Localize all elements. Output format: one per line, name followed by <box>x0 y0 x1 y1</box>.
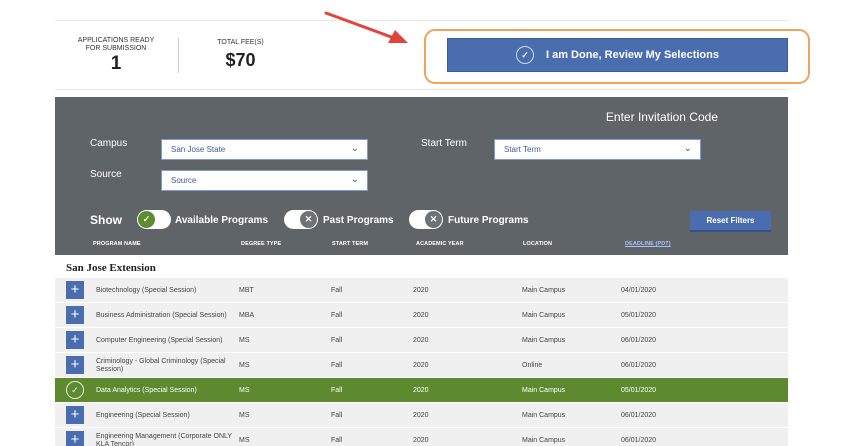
table-row[interactable]: + Engineering (Special Session) MS Fall 2020… <box>55 403 788 428</box>
program-name: Business Administration (Special Session… <box>96 311 227 319</box>
start-term: Fall <box>331 411 343 419</box>
future-programs-label: Future Programs <box>448 215 529 226</box>
total-fee-label: TOTAL FEE(S) <box>217 39 264 46</box>
table-row[interactable]: + Computer Engineering (Special Session) M… <box>55 328 788 353</box>
add-program-button[interactable]: + <box>66 406 84 424</box>
summary-divider <box>178 37 179 73</box>
deadline: 06/01/2020 <box>621 336 657 344</box>
applications-ready-label: APPLICATIONS READY FOR SUBMISSION <box>77 37 155 52</box>
selected-check-icon[interactable]: ✓ <box>66 381 84 399</box>
chevron-down-icon: ⌄ <box>350 174 359 185</box>
campus-label: Campus <box>90 138 128 149</box>
close-icon: ✕ <box>300 211 317 228</box>
total-fee-value: $70 <box>225 50 256 70</box>
degree-type: MS <box>239 336 250 344</box>
academic-year: 2020 <box>413 386 429 394</box>
campus-select-value: San Jose State <box>171 145 226 154</box>
filter-panel: Enter Invitation Code Campus San Jose St… <box>55 97 788 255</box>
source-label: Source <box>90 169 122 180</box>
check-icon: ✓ <box>138 211 155 228</box>
deadline: 04/01/2020 <box>621 286 657 294</box>
location: Main Campus <box>522 336 566 344</box>
academic-year: 2020 <box>413 436 429 444</box>
enter-invitation-code-link[interactable]: Enter Invitation Code <box>606 110 718 124</box>
start-term: Fall <box>331 361 343 369</box>
deadline: 06/01/2020 <box>621 436 657 444</box>
start-term: Fall <box>331 286 343 294</box>
start-term: Fall <box>331 311 343 319</box>
column-header-program-name: PROGRAM NAME <box>93 241 141 247</box>
column-header-deadline[interactable]: DEADLINE (PDT) <box>625 241 671 247</box>
past-programs-toggle[interactable]: ✕ <box>284 210 318 229</box>
start-term-select-value: Start Term <box>504 145 541 154</box>
annotation-arrow <box>324 11 408 43</box>
degree-type: MBT <box>239 286 254 294</box>
program-name: Engineering (Special Session) <box>96 411 190 419</box>
program-list: + Biotechnology (Special Session) MBT Fall 2… <box>55 278 788 446</box>
table-row[interactable]: + Business Administration (Special Sessio… <box>55 303 788 328</box>
academic-year: 2020 <box>413 336 429 344</box>
program-name: Computer Engineering (Special Session) <box>96 336 223 344</box>
start-term: Fall <box>331 436 343 444</box>
program-name: Data Analytics (Special Session) <box>96 386 197 394</box>
table-row[interactable]: + Criminology - Global Criminology (Speci… <box>55 353 788 378</box>
campus-select[interactable]: San Jose State ⌄ <box>161 139 368 160</box>
past-programs-label: Past Programs <box>323 215 394 226</box>
location: Main Campus <box>522 386 566 394</box>
degree-type: MS <box>239 361 250 369</box>
academic-year: 2020 <box>413 311 429 319</box>
add-program-button[interactable]: + <box>66 356 84 374</box>
future-programs-toggle[interactable]: ✕ <box>409 210 443 229</box>
deadline: 05/01/2020 <box>621 386 657 394</box>
check-circle-icon: ✓ <box>515 46 534 64</box>
show-label: Show <box>90 213 122 227</box>
degree-type: MS <box>239 411 250 419</box>
add-program-button[interactable]: + <box>66 281 84 299</box>
table-row[interactable]: + Engineering Management (Corporate ONLY … <box>55 428 788 446</box>
review-selections-label: I am Done, Review My Selections <box>545 49 719 61</box>
source-select-value: Source <box>171 176 197 185</box>
reset-filters-button[interactable]: Reset Filters <box>690 211 771 232</box>
start-term-select[interactable]: Start Term ⌄ <box>494 139 701 160</box>
degree-type: MS <box>239 436 250 444</box>
degree-type: MS <box>239 386 250 394</box>
start-term: Fall <box>331 336 343 344</box>
location: Main Campus <box>522 311 566 319</box>
academic-year: 2020 <box>413 411 429 419</box>
close-icon: ✕ <box>425 211 442 228</box>
table-row[interactable]: + Biotechnology (Special Session) MBT Fall 2… <box>55 278 788 303</box>
add-program-button[interactable]: + <box>66 331 84 349</box>
program-name: Criminology - Global Criminology (Specia… <box>96 357 226 373</box>
table-row[interactable]: ✓ Data Analytics (Special Session) MS Fall 2… <box>55 378 788 403</box>
program-name: Biotechnology (Special Session) <box>96 286 197 294</box>
deadline: 06/01/2020 <box>621 361 657 369</box>
add-program-button[interactable]: + <box>66 306 84 324</box>
column-header-academic-year: ACADEMIC YEAR <box>416 241 464 247</box>
column-header-location: LOCATION <box>523 241 553 247</box>
review-selections-button[interactable]: ✓ I am Done, Review My Selections <box>447 38 788 72</box>
location: Main Campus <box>522 286 566 294</box>
group-title: San Jose Extension <box>66 262 156 274</box>
column-header-degree-type: DEGREE TYPE <box>241 241 282 247</box>
location: Main Campus <box>522 411 566 419</box>
academic-year: 2020 <box>413 361 429 369</box>
location: Main Campus <box>522 436 566 444</box>
chevron-down-icon: ⌄ <box>350 143 359 154</box>
source-select[interactable]: Source ⌄ <box>161 170 368 191</box>
degree-type: MBA <box>239 311 255 319</box>
start-term: Fall <box>331 386 343 394</box>
deadline: 05/01/2020 <box>621 311 657 319</box>
academic-year: 2020 <box>413 286 429 294</box>
chevron-down-icon: ⌄ <box>683 143 692 154</box>
add-program-button[interactable]: + <box>66 431 84 446</box>
page: APPLICATIONS READY FOR SUBMISSION 1 TOTA… <box>0 0 843 446</box>
available-programs-toggle[interactable]: ✓ <box>137 210 171 229</box>
location: Online <box>522 361 543 369</box>
column-header-start-term: START TERM <box>332 241 369 247</box>
available-programs-label: Available Programs <box>175 215 269 226</box>
program-name: Engineering Management (Corporate ONLY K… <box>96 432 232 446</box>
applications-ready-count: 1 <box>110 53 122 74</box>
start-term-label: Start Term <box>421 138 467 149</box>
deadline: 06/01/2020 <box>621 411 657 419</box>
